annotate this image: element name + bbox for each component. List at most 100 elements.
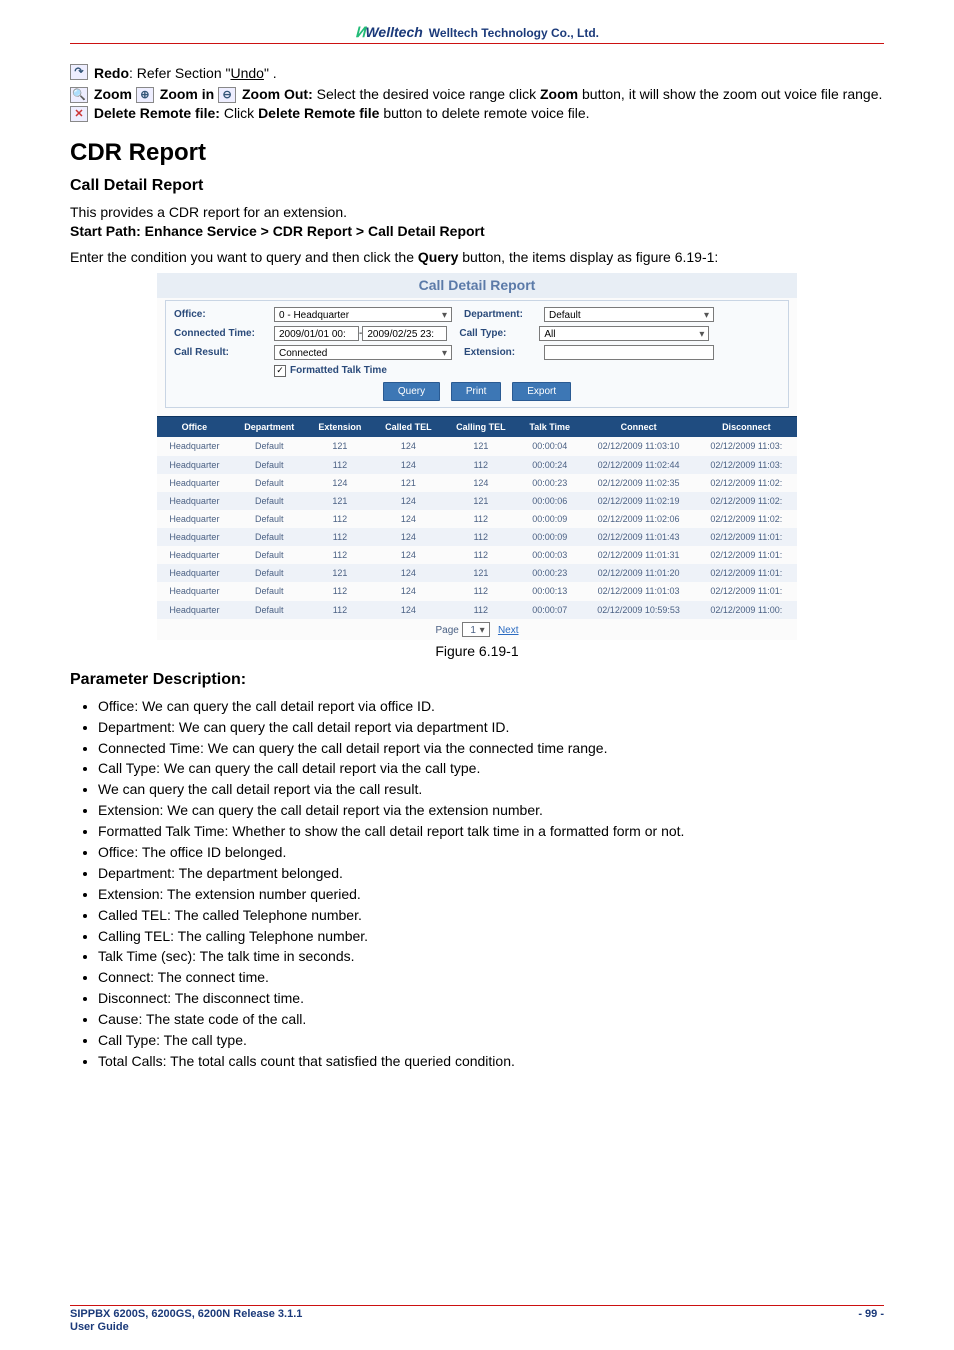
zoom-in-label: Zoom in xyxy=(160,86,214,102)
table-row: HeadquarterDefault11212411200:00:0902/12… xyxy=(157,528,797,546)
list-item: Department: The department belonged. xyxy=(98,864,884,883)
table-row: HeadquarterDefault11212411200:00:1302/12… xyxy=(157,582,797,600)
table-cell: 02/12/2009 11:02:35 xyxy=(582,474,696,492)
call-result-select[interactable]: Connected xyxy=(274,345,452,360)
table-cell: 02/12/2009 11:03: xyxy=(696,437,797,455)
table-cell: 124 xyxy=(307,474,373,492)
table-cell: 00:00:06 xyxy=(518,492,582,510)
list-item: Connect: The connect time. xyxy=(98,968,884,987)
table-cell: Headquarter xyxy=(157,546,232,564)
table-header: Calling TEL xyxy=(444,417,518,438)
table-cell: 112 xyxy=(307,528,373,546)
table-row: HeadquarterDefault12112412100:00:0402/12… xyxy=(157,437,797,455)
table-cell: 124 xyxy=(373,510,444,528)
formatted-checkbox-label: Formatted Talk Time xyxy=(290,364,387,378)
cdr-title: Call Detail Report xyxy=(157,273,797,298)
redo-text: Redo: Refer Section "Undo" . xyxy=(94,64,277,83)
table-cell: 02/12/2009 11:01:03 xyxy=(582,582,696,600)
zoom-out-label: Zoom Out: xyxy=(242,86,313,102)
delete-mid: Click xyxy=(220,105,258,121)
table-cell: Default xyxy=(232,546,307,564)
filter-panel: Office: 0 - Headquarter Department: Defa… xyxy=(165,300,789,408)
table-cell: 02/12/2009 11:02:44 xyxy=(582,456,696,474)
list-item: Cause: The state code of the call. xyxy=(98,1010,884,1029)
delete-button-ref: Delete Remote file xyxy=(258,105,379,121)
table-cell: Default xyxy=(232,510,307,528)
call-detail-heading: Call Detail Report xyxy=(70,175,884,197)
table-cell: 112 xyxy=(444,528,518,546)
list-item: Disconnect: The disconnect time. xyxy=(98,989,884,1008)
table-cell: 112 xyxy=(307,510,373,528)
table-row: HeadquarterDefault12112412100:00:2302/12… xyxy=(157,564,797,582)
table-cell: 02/12/2009 10:59:53 xyxy=(582,601,696,619)
cdr-screenshot: Call Detail Report Office: 0 - Headquart… xyxy=(157,273,797,640)
table-row: HeadquarterDefault12112412100:00:0602/12… xyxy=(157,492,797,510)
table-cell: 112 xyxy=(444,510,518,528)
table-cell: 02/12/2009 11:01: xyxy=(696,528,797,546)
zoom-desc2: button, it will show the zoom out voice … xyxy=(578,86,882,102)
table-cell: 124 xyxy=(373,528,444,546)
table-cell: 02/12/2009 11:00: xyxy=(696,601,797,619)
table-cell: 02/12/2009 11:01: xyxy=(696,582,797,600)
export-button[interactable]: Export xyxy=(512,382,571,402)
pager-next-link[interactable]: Next xyxy=(498,625,519,636)
table-cell: 124 xyxy=(373,582,444,600)
list-item: Called TEL: The called Telephone number. xyxy=(98,906,884,925)
delete-tail: button to delete remote voice file. xyxy=(379,105,589,121)
table-cell: 02/12/2009 11:01:43 xyxy=(582,528,696,546)
list-item: Call Type: We can query the call detail … xyxy=(98,759,884,778)
table-cell: 112 xyxy=(444,456,518,474)
parameter-list: Office: We can query the call detail rep… xyxy=(70,697,884,1071)
list-item: Extension: The extension number queried. xyxy=(98,885,884,904)
delete-icon: ✕ xyxy=(70,106,88,122)
call-type-label: Call Type: xyxy=(459,327,539,341)
redo-label: Redo xyxy=(94,65,129,81)
table-cell: Default xyxy=(232,437,307,455)
page-header: ⵍWelltech Welltech Technology Co., Ltd. xyxy=(70,24,884,44)
table-cell: 121 xyxy=(373,474,444,492)
list-item: Call Type: The call type. xyxy=(98,1031,884,1050)
footer: SIPPBX 6200S, 6200GS, 6200N Release 3.1.… xyxy=(70,1305,884,1334)
table-cell: 112 xyxy=(307,601,373,619)
table-cell: 02/12/2009 11:01:20 xyxy=(582,564,696,582)
call-type-select[interactable]: All xyxy=(539,326,709,341)
table-cell: 121 xyxy=(444,564,518,582)
connected-time-from[interactable]: 2009/01/01 00: xyxy=(274,326,359,341)
table-cell: 124 xyxy=(373,564,444,582)
dept-select[interactable]: Default xyxy=(544,307,714,322)
table-cell: 112 xyxy=(444,582,518,600)
office-label: Office: xyxy=(174,308,274,322)
table-cell: 124 xyxy=(444,474,518,492)
zoom-icon: 🔍 xyxy=(70,87,88,103)
connected-time-to[interactable]: 2009/02/25 23: xyxy=(362,326,447,341)
pager: Page 1 Next xyxy=(157,619,797,641)
table-cell: 121 xyxy=(307,492,373,510)
table-cell: Headquarter xyxy=(157,474,232,492)
table-cell: 02/12/2009 11:02: xyxy=(696,474,797,492)
table-cell: Default xyxy=(232,492,307,510)
list-item: Total Calls: The total calls count that … xyxy=(98,1052,884,1071)
print-button[interactable]: Print xyxy=(451,382,502,402)
formatted-checkbox[interactable]: ✓ xyxy=(274,365,286,377)
table-cell: 02/12/2009 11:02:06 xyxy=(582,510,696,528)
table-cell: 124 xyxy=(373,437,444,455)
table-cell: Headquarter xyxy=(157,564,232,582)
zoom-out-icon: ⊖ xyxy=(218,87,236,103)
pager-select[interactable]: 1 xyxy=(462,622,490,637)
table-cell: Default xyxy=(232,528,307,546)
param-heading: Parameter Description: xyxy=(70,669,884,691)
table-header: Called TEL xyxy=(373,417,444,438)
zoom-label: Zoom xyxy=(94,86,132,102)
table-cell: 00:00:07 xyxy=(518,601,582,619)
table-cell: 02/12/2009 11:03: xyxy=(696,456,797,474)
query-button[interactable]: Query xyxy=(383,382,440,402)
office-select[interactable]: 0 - Headquarter xyxy=(274,307,452,322)
table-header: Extension xyxy=(307,417,373,438)
start-path: Start Path: Enhance Service > CDR Report… xyxy=(70,222,884,241)
table-header: Department xyxy=(232,417,307,438)
page-number: - 99 - xyxy=(858,1308,884,1334)
table-row: HeadquarterDefault11212411200:00:0702/12… xyxy=(157,601,797,619)
extension-input[interactable] xyxy=(544,345,714,360)
cdr-table: OfficeDepartmentExtensionCalled TELCalli… xyxy=(157,416,797,619)
table-cell: Headquarter xyxy=(157,437,232,455)
